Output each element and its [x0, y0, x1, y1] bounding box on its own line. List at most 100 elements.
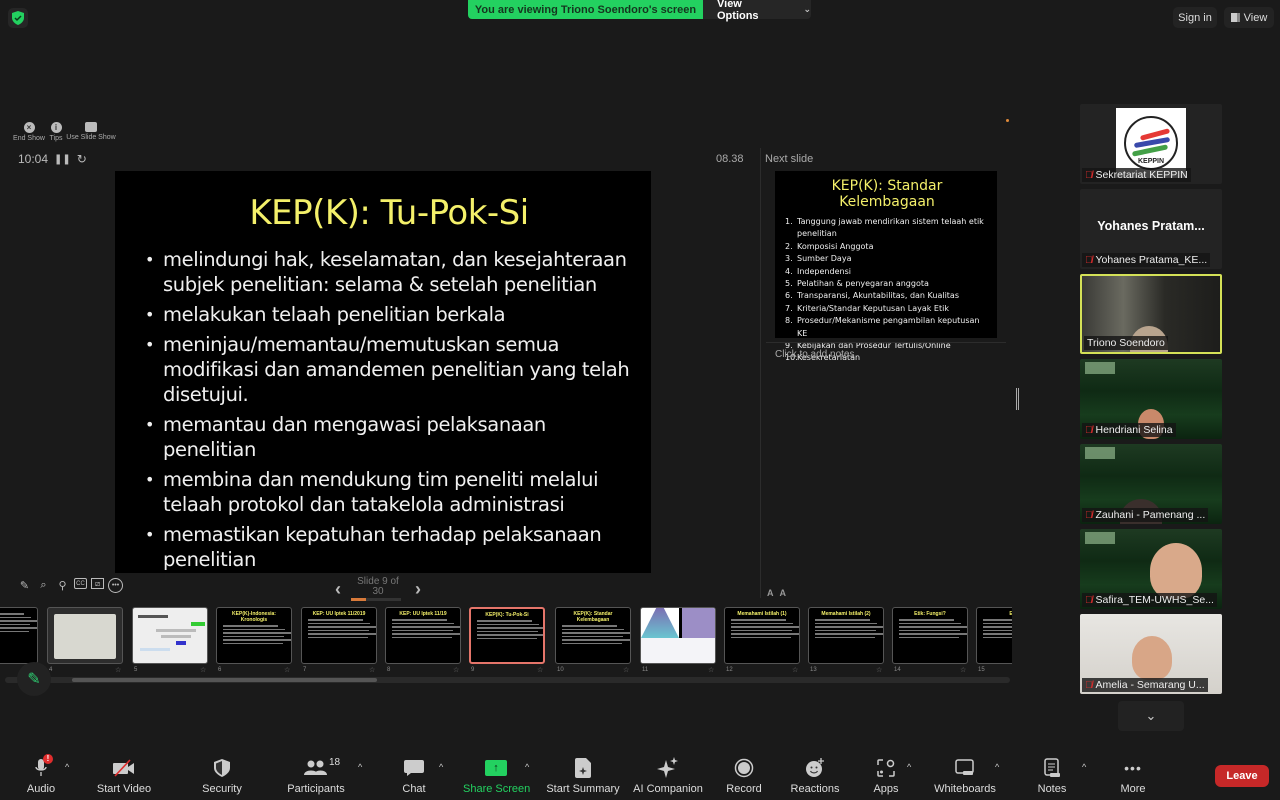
sign-in-button[interactable]: Sign in [1173, 7, 1217, 28]
star-icon[interactable]: ☆ [453, 666, 459, 674]
next-slide-button[interactable]: › [415, 579, 421, 600]
apps-button[interactable]: Apps [872, 757, 900, 795]
notes-options-caret-icon[interactable]: ^ [1082, 762, 1086, 772]
laser-pointer-icon[interactable]: ⚲ [55, 578, 70, 593]
whiteboards-label: Whiteboards [934, 783, 996, 795]
participants-icon [304, 760, 327, 775]
start-summary-button[interactable]: Start Summary [545, 757, 621, 795]
slide-thumbnail[interactable]: Memahami Istilah (1) [724, 607, 800, 664]
slide-thumbnail[interactable]: Etik [976, 607, 1012, 664]
pencil-icon: ✎ [27, 671, 41, 688]
presentation-timer: 10:04 ❚❚ ↻ [18, 152, 87, 166]
star-icon[interactable]: ☆ [708, 666, 714, 674]
whiteboards-options-caret-icon[interactable]: ^ [995, 762, 999, 772]
view-button[interactable]: View [1224, 7, 1274, 28]
notes-font-size-controls: A A [767, 588, 786, 598]
next-slide-item: 6. Transparansi, Akuntabilitas, dan Kuali… [785, 291, 960, 301]
reactions-button[interactable]: Reactions [790, 757, 840, 795]
slide-bullet: memastikan kepatuhan terhadap pelaksanaa… [145, 522, 633, 572]
pen-icon[interactable]: ✎ [17, 578, 32, 593]
more-button[interactable]: ••• More [1118, 757, 1148, 795]
star-icon[interactable]: ☆ [876, 666, 882, 674]
apps-options-caret-icon[interactable]: ^ [907, 762, 911, 772]
subtitles-icon[interactable]: CC [74, 578, 87, 589]
annotate-pencil-button[interactable]: ✎ [17, 662, 51, 696]
audio-options-caret-icon[interactable]: ^ [65, 762, 69, 772]
participants-options-caret-icon[interactable]: ^ [358, 762, 362, 772]
thumbnail-title: Memahami Istilah (1) [737, 611, 787, 617]
slide-thumbnail[interactable]: KEP(K): Standar Kelembagaan [555, 607, 631, 664]
participant-tile[interactable]: 🎙̸ Safira_TEM-UWHS_Se... [1080, 529, 1222, 609]
slide-thumbnail[interactable] [0, 607, 38, 664]
speaker-notes-field[interactable]: Click to add notes [775, 349, 855, 360]
star-icon[interactable]: ☆ [537, 666, 543, 674]
chat-label: Chat [402, 783, 426, 795]
slide-thumbnail[interactable] [640, 607, 716, 664]
participant-tile[interactable]: KEPPIN 🎙̸ Sekretariat KEPPIN [1080, 104, 1222, 184]
participant-tile[interactable]: 🎙̸ Amelia - Semarang U... [1080, 614, 1222, 694]
security-shield-icon[interactable] [8, 8, 28, 28]
close-circle-icon: × [23, 122, 35, 133]
laser-pointer-dot [1006, 119, 1009, 122]
previous-slide-button[interactable]: ‹ [335, 579, 341, 600]
thumbnail-title: KEP(K): Standar Kelembagaan [573, 611, 613, 623]
security-button[interactable]: Security [200, 757, 244, 795]
participant-name: Zauhani - Pamenang ... [1095, 509, 1206, 521]
next-slide-item: 8. Prosedur/Mekanisme pengambilan keputus… [785, 316, 980, 338]
more-options-icon[interactable]: ••• [108, 578, 123, 593]
slide-thumbnail[interactable] [47, 607, 123, 664]
zoom-icon[interactable]: ⌕ [36, 578, 51, 593]
thumbnail-number: 5 [134, 667, 138, 673]
participant-display-name: Yohanes Pratam... [1097, 219, 1205, 233]
participant-tile[interactable]: 🎙̸ Hendriani Selina [1080, 359, 1222, 439]
scroll-participants-down-button[interactable]: ⌄ [1118, 701, 1184, 731]
notes-button[interactable]: Notes [1036, 757, 1068, 795]
star-icon[interactable]: ☆ [115, 666, 121, 674]
whiteboards-button[interactable]: Whiteboards [933, 757, 997, 795]
share-options-caret-icon[interactable]: ^ [525, 762, 529, 772]
more-dots-icon: ••• [1124, 760, 1142, 776]
thumbnail-scrollbar[interactable] [72, 678, 377, 682]
audio-button[interactable]: ! Audio [22, 754, 60, 795]
star-icon[interactable]: ☆ [623, 666, 629, 674]
thumbnail-number: 14 [894, 667, 901, 673]
star-icon[interactable]: ☆ [792, 666, 798, 674]
decrease-font-button[interactable]: A [780, 588, 787, 598]
participant-name-tag: 🎙̸ Safira_TEM-UWHS_Se... [1082, 593, 1217, 607]
participant-tile[interactable]: Yohanes Pratam... 🎙̸ Yohanes Pratama_KE... [1080, 189, 1222, 269]
participants-button[interactable]: 18 Participants [286, 757, 346, 795]
camera-off-icon[interactable]: ⧄ [91, 578, 104, 589]
share-screen-button[interactable]: ↑ Share Screen [463, 757, 530, 795]
slides-icon [85, 122, 97, 132]
star-icon[interactable]: ☆ [369, 666, 375, 674]
start-video-button[interactable]: Start Video [95, 757, 153, 795]
slide-thumbnail[interactable]: KEP(K)-Indonesia: Kronologis [216, 607, 292, 664]
pause-icon[interactable]: ❚❚ [54, 154, 71, 165]
resize-handle[interactable] [1016, 388, 1019, 410]
slide-thumbnail[interactable]: Memahami Istilah (2) [808, 607, 884, 664]
chat-button[interactable]: Chat [400, 757, 428, 795]
slide-thumbnail[interactable] [132, 607, 208, 664]
slide-thumbnail[interactable]: Etik: Fungsi? [892, 607, 968, 664]
participant-name-tag: Triono Soendoro [1084, 336, 1168, 350]
reset-icon[interactable]: ↻ [77, 152, 87, 166]
slide-thumbnail[interactable]: KEP: UU Iptek 11/19 [385, 607, 461, 664]
next-slide-preview: KEP(K): Standar Kelembagaan 1. Tanggung j… [775, 171, 997, 362]
star-icon[interactable]: ☆ [960, 666, 966, 674]
ai-companion-button[interactable]: AI Companion [632, 757, 704, 795]
star-icon[interactable]: ☆ [200, 666, 206, 674]
slide-thumbnail[interactable]: KEP: UU Iptek 11/2019 [301, 607, 377, 664]
slide-counter: Slide 9 of 30 [351, 577, 405, 601]
record-button[interactable]: Record [725, 757, 763, 795]
participant-tile[interactable]: Triono Soendoro [1080, 274, 1222, 354]
shield-icon [214, 759, 230, 777]
info-icon: i [50, 122, 62, 133]
use-slide-show-button[interactable]: Use Slide Show [66, 122, 116, 141]
participant-tile[interactable]: 🎙̸ Zauhani - Pamenang ... [1080, 444, 1222, 524]
slide-thumbnail[interactable]: KEP(K): Tu-Pok-Si [469, 607, 545, 664]
chat-options-caret-icon[interactable]: ^ [439, 762, 443, 772]
view-options-button[interactable]: View Options ⌄ [703, 0, 811, 22]
leave-meeting-button[interactable]: Leave [1215, 765, 1269, 787]
star-icon[interactable]: ☆ [284, 666, 290, 674]
increase-font-button[interactable]: A [767, 588, 774, 598]
